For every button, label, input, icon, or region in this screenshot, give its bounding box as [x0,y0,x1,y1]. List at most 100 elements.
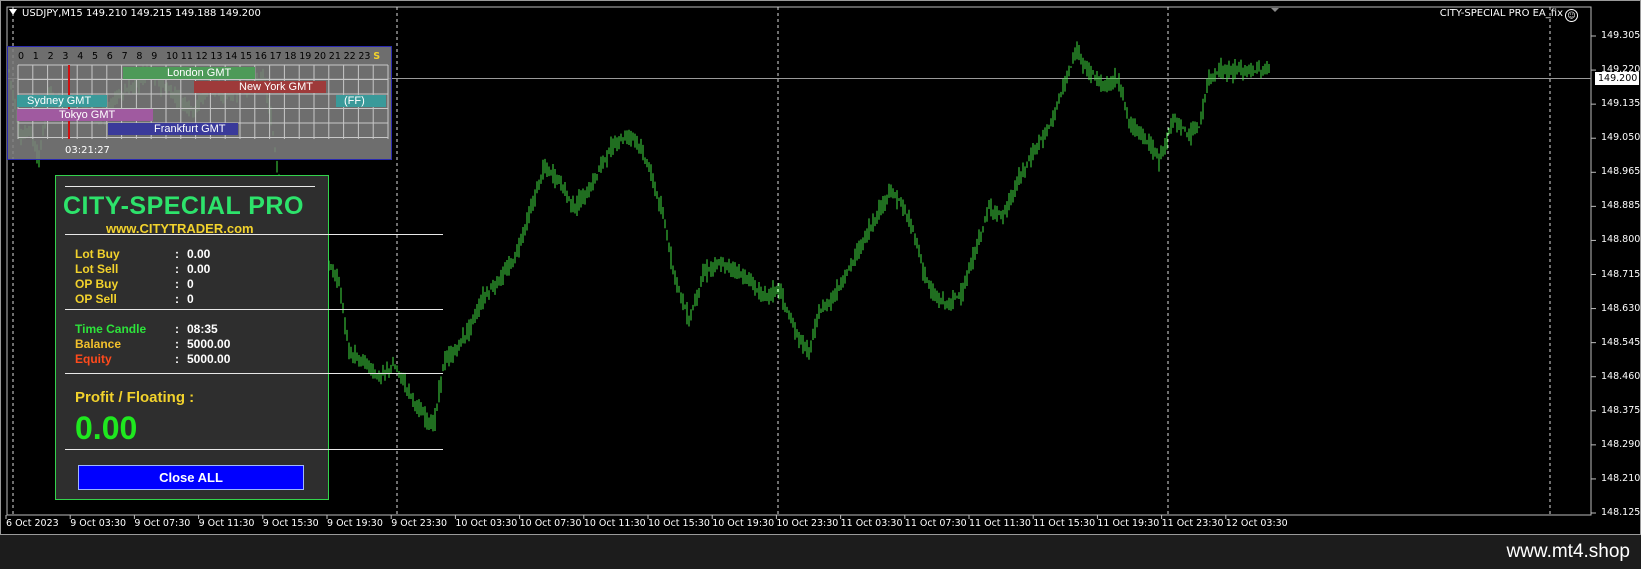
watermark-text: www.mt4.shop [1506,541,1630,562]
time-label: 12 Oct 03:30 [1225,518,1288,529]
london-session-label: London GMT [167,67,232,79]
price-label: 148.290 [1601,438,1641,450]
time-label: 11 Oct 07:30 [904,518,967,529]
stat-key: Lot Sell [75,262,119,276]
price-label: 149.305 [1601,30,1641,41]
session-hour: 12 [195,51,208,62]
tokyo-session-label: Tokyo GMT [59,109,116,121]
session-hour: 11 [180,51,193,62]
panel-title: CITY-SPECIAL PRO [63,192,304,220]
stat-colon: : [175,247,179,261]
price-label: 149.050 [1601,132,1641,144]
price-label: 148.885 [1601,200,1641,212]
price-label: 148.630 [1601,302,1641,314]
stat-colon: : [175,262,179,276]
session-hour: S [373,51,381,62]
session-hour: 20 [314,51,327,62]
time-label: 9 Oct 07:30 [134,518,191,529]
session-hour: 22 [343,51,356,62]
smiley-icon: ☺ [1565,9,1578,22]
session-hour: 19 [299,51,312,62]
sydney-session-label: Sydney GMT [27,95,92,107]
time-label: 10 Oct 19:30 [712,518,775,529]
time-label: 10 Oct 23:30 [776,518,839,529]
divider-top [65,186,315,187]
time-label: 11 Oct 19:30 [1097,518,1160,529]
session-timer: 03:21:27 [65,145,110,156]
shift-marker-icon [1271,8,1279,12]
price-label: 148.125 [1601,507,1641,518]
frankfurt-session-label: Frankfurt GMT [154,123,226,135]
profit-floating-value: 0.00 [75,410,138,446]
time-label: 11 Oct 23:30 [1161,518,1224,529]
time-label: 9 Oct 03:30 [70,518,127,529]
stat-value: 0.00 [187,262,211,276]
session-hour: 2 [47,51,54,62]
symbol-quote-text: USDJPY,M15 149.210 149.215 149.188 149.2… [22,8,261,19]
stat-key: Equity [75,352,112,366]
price-label: 148.460 [1601,370,1641,382]
newyork-session-bar: New York GMT [194,81,326,93]
stat-colon: : [175,277,179,291]
stat-value: 5000.00 [187,352,231,366]
stat-key: Lot Buy [75,247,120,261]
session-hour: 1 [32,51,39,62]
stat-key: Balance [75,337,122,351]
stat-value: 08:35 [187,322,218,336]
session-hour: 16 [254,51,267,62]
newyork-session-label: New York GMT [239,81,313,93]
session-indicator: 0 1 2 3 4 5 6 7 8 9 10 11 12 13 14 15 16 17 18 19 20 21 22 23 S … [7,46,392,160]
session-hour: 23 [358,51,371,62]
price-label: 148.715 [1601,268,1641,280]
stat-value: 5000.00 [187,337,231,351]
ff-session-label: (FF) [344,95,365,107]
tokyo-session-bar: Tokyo GMT [17,109,153,121]
session-hour: 9 [151,51,158,62]
session-hour: 4 [77,51,84,62]
price-label: 148.375 [1601,404,1641,416]
close-all-button[interactable]: Close ALL [78,465,304,490]
ff-session-bar: (FF) [336,95,386,107]
price-label: 148.545 [1601,336,1641,348]
time-label: 10 Oct 15:30 [648,518,710,529]
expert-advisor-name[interactable]: CITY-SPECIAL PRO EA_fix ☺ [1440,8,1578,22]
session-hour: 6 [106,51,113,62]
divider-4 [65,449,443,450]
stat-colon: : [175,352,179,366]
divider-1 [65,234,443,235]
price-label: 149.135 [1601,98,1641,110]
london-session-bar: London GMT [123,67,255,79]
session-hour: 3 [62,51,69,62]
time-label: 11 Oct 15:30 [1033,518,1096,529]
session-hour: 17 [269,51,282,62]
time-label: 6 Oct 2023 [6,518,59,529]
divider-3 [65,373,443,374]
session-hour: 21 [328,51,341,62]
time-label: 9 Oct 23:30 [391,518,448,529]
session-hour: 5 [92,51,99,62]
time-label: 9 Oct 19:30 [327,518,383,529]
dropdown-triangle-icon[interactable] [9,9,17,15]
profit-floating-label: Profit / Floating : [75,389,195,406]
session-hour: 7 [121,51,128,62]
session-hour: 13 [210,51,223,62]
stat-value: 0.00 [187,247,211,261]
stat-key: OP Sell [75,292,117,306]
price-label: 148.210 [1601,472,1641,484]
time-label: 11 Oct 03:30 [840,518,903,529]
session-hour: 10 [166,51,179,62]
session-hour: 15 [240,51,253,62]
time-label: 10 Oct 11:30 [583,518,646,529]
session-hour: 18 [284,51,297,62]
sydney-session-bar: Sydney GMT [17,95,107,107]
frankfurt-session-bar: Frankfurt GMT [108,123,238,135]
symbol-title: USDJPY,M15 149.210 149.215 149.188 149.2… [9,8,261,19]
stat-colon: : [175,292,179,306]
time-label: 9 Oct 11:30 [198,518,255,529]
stat-key: Time Candle [75,322,147,336]
stat-colon: : [175,322,179,336]
ea-name-text: CITY-SPECIAL PRO EA_fix [1439,8,1563,19]
divider-2 [65,309,443,310]
time-label: 10 Oct 07:30 [519,518,582,529]
time-label: 11 Oct 11:30 [969,518,1031,529]
